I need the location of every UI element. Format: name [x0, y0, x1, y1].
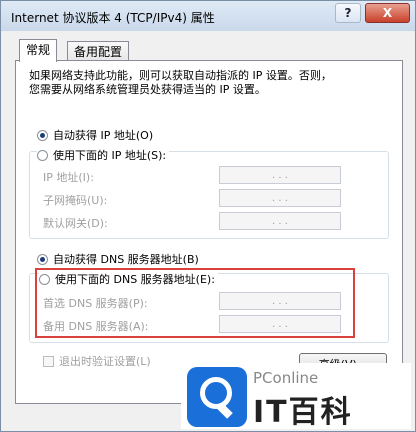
radio-button[interactable] [37, 149, 48, 161]
default-gateway-label: 默认网关(D): [43, 217, 108, 230]
magnifier-handle [217, 403, 233, 419]
watermark: PConline IT百科 [181, 363, 411, 430]
radio-auto-ip[interactable]: 自动获得 IP 地址(O) [37, 127, 153, 143]
properties-dialog: Internet 协议版本 4 (TCP/IPv4) 属性 ? X 常规 备用配… [0, 0, 416, 432]
ip-address-input[interactable]: . . . [219, 166, 341, 184]
highlight-box [35, 268, 355, 338]
tab-alternate-config[interactable]: 备用配置 [67, 41, 130, 62]
radio-auto-dns[interactable]: 自动获得 DNS 服务器地址(B) [37, 251, 199, 267]
checkbox[interactable] [43, 355, 54, 367]
subnet-mask-label: 子网掩码(U): [43, 194, 108, 207]
default-gateway-input[interactable]: . . . [219, 212, 341, 230]
close-button[interactable]: X [365, 3, 410, 23]
description-line-1: 如果网络支持此功能，则可以获取自动指派的 IP 设置。否则， [29, 69, 332, 82]
ip-address-label: IP 地址(I): [43, 171, 94, 184]
radio-selected-dot [40, 256, 45, 262]
window-title: Internet 协议版本 4 (TCP/IPv4) 属性 [11, 11, 215, 25]
radio-manual-ip[interactable]: 使用下面的 IP 地址(S): [37, 147, 170, 163]
tab-general[interactable]: 常规 [19, 39, 58, 62]
description-line-2: 您需要从网络系统管理员处获得适当的 IP 设置。 [29, 83, 266, 96]
validate-on-exit-label: 退出时验证设置(L) [59, 355, 151, 368]
radio-button[interactable] [37, 129, 48, 141]
auto-dns-label: 自动获得 DNS 服务器地址(B) [53, 253, 199, 266]
watermark-brand: PConline [253, 369, 319, 387]
watermark-title: IT百科 [253, 395, 353, 430]
magnifier-ring [200, 377, 232, 409]
radio-selected-dot [40, 132, 45, 138]
manual-ip-label: 使用下面的 IP 地址(S): [53, 149, 167, 162]
title-bar[interactable]: Internet 协议版本 4 (TCP/IPv4) 属性 ? X [1, 1, 415, 31]
magnifier-logo-icon [187, 367, 247, 427]
help-button[interactable]: ? [335, 3, 361, 23]
radio-button[interactable] [37, 253, 48, 265]
validate-on-exit-checkbox[interactable]: 退出时验证设置(L) [43, 353, 151, 369]
auto-ip-label: 自动获得 IP 地址(O) [53, 129, 154, 142]
subnet-mask-input[interactable]: . . . [219, 189, 341, 207]
description: 如果网络支持此功能，则可以获取自动指派的 IP 设置。否则， 您需要从网络系统管… [29, 69, 379, 97]
